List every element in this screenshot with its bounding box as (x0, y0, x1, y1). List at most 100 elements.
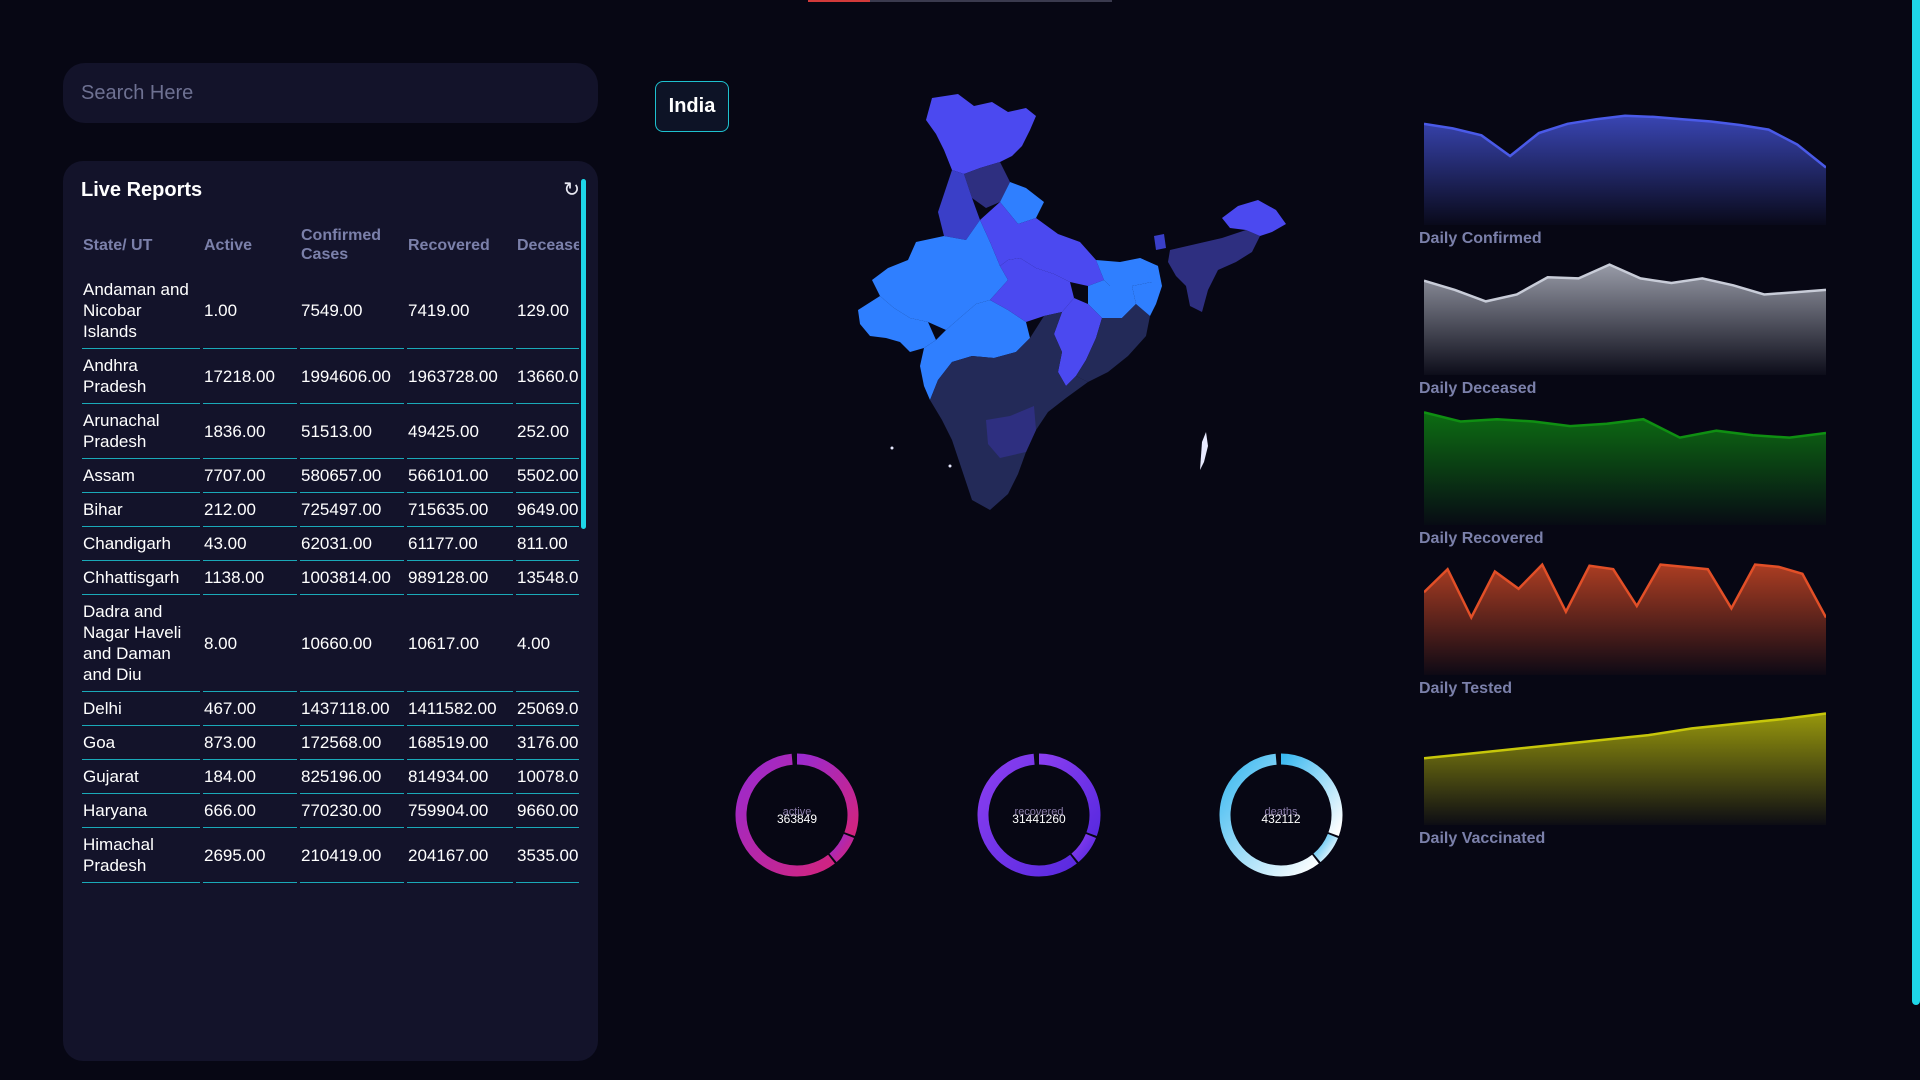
col-header-confirmed[interactable]: Confirmed Cases (300, 223, 404, 273)
daily-chart-daily-confirmed[interactable] (1424, 110, 1826, 225)
cell-confirmed: 725497.00 (300, 493, 404, 527)
cell-confirmed: 1437118.00 (300, 692, 404, 726)
col-header-state[interactable]: State/ UT (82, 223, 200, 273)
country-selector-button[interactable]: India (655, 81, 729, 132)
table-row[interactable]: Arunachal Pradesh 1836.00 51513.00 49425.00… (82, 404, 579, 459)
cell-deceased: 13548.00 (516, 561, 579, 595)
map-region-jammu-kashmir[interactable] (926, 94, 1036, 174)
chart-area (1424, 264, 1826, 375)
table-row[interactable]: Andaman and Nicobar Islands 1.00 7549.00 74… (82, 273, 579, 349)
table-scrollbar[interactable] (581, 179, 586, 529)
cell-recovered: 1411582.00 (407, 692, 513, 726)
donut-value: 31441260 (1012, 812, 1066, 826)
cell-confirmed: 51513.00 (300, 404, 404, 459)
col-header-active[interactable]: Active (203, 223, 297, 273)
cell-active: 184.00 (203, 760, 297, 794)
cell-state: Arunachal Pradesh (82, 404, 200, 459)
recovered-donut: recovered 31441260 (974, 750, 1104, 880)
table-row[interactable]: Haryana 666.00 770230.00 759904.00 9660.00 (82, 794, 579, 828)
daily-chart-label: Daily Deceased (1419, 380, 1537, 397)
donut-segment (1313, 833, 1339, 863)
cell-recovered: 204167.00 (407, 828, 513, 883)
table-row[interactable]: Himachal Pradesh 2695.00 210419.00 204167.0… (82, 828, 579, 883)
india-map[interactable] (840, 90, 1360, 630)
cell-active: 7707.00 (203, 459, 297, 493)
cell-confirmed: 210419.00 (300, 828, 404, 883)
cell-confirmed: 1003814.00 (300, 561, 404, 595)
cell-confirmed: 825196.00 (300, 760, 404, 794)
table-row[interactable]: Chhattisgarh 1138.00 1003814.00 989128.00 13… (82, 561, 579, 595)
cell-deceased: 13660.00 (516, 349, 579, 404)
cell-active: 467.00 (203, 692, 297, 726)
daily-chart-label: Daily Tested (1419, 680, 1513, 697)
table-row[interactable]: Dadra and Nagar Haveli and Daman and Diu… (82, 595, 579, 692)
daily-chart-daily-recovered[interactable] (1424, 410, 1826, 525)
donut-value: 432112 (1261, 812, 1301, 826)
cell-recovered: 759904.00 (407, 794, 513, 828)
table-row[interactable]: Assam 7707.00 580657.00 566101.00 5502.00 (82, 459, 579, 493)
cell-state: Haryana (82, 794, 200, 828)
cell-deceased: 4.00 (516, 595, 579, 692)
donut-segment (829, 833, 855, 863)
daily-chart-daily-deceased[interactable] (1424, 260, 1826, 375)
cell-recovered: 715635.00 (407, 493, 513, 527)
cell-recovered: 989128.00 (407, 561, 513, 595)
cell-recovered: 814934.00 (407, 760, 513, 794)
cell-state: Delhi (82, 692, 200, 726)
map-region-sikkim[interactable] (1154, 234, 1166, 250)
map-region-arunachal[interactable] (1222, 200, 1286, 236)
cell-deceased: 252.00 (516, 404, 579, 459)
cell-deceased: 5502.00 (516, 459, 579, 493)
cell-confirmed: 1994606.00 (300, 349, 404, 404)
page-scrollbar[interactable] (1912, 0, 1920, 1005)
cell-state: Dadra and Nagar Haveli and Daman and Diu (82, 595, 200, 692)
cell-confirmed: 172568.00 (300, 726, 404, 760)
daily-chart-label: Daily Confirmed (1419, 230, 1542, 247)
map-region-island-dot (948, 464, 952, 468)
cell-confirmed: 10660.00 (300, 595, 404, 692)
cell-active: 873.00 (203, 726, 297, 760)
map-region-assam[interactable] (1168, 230, 1260, 312)
cell-deceased: 3176.00 (516, 726, 579, 760)
cell-state: Gujarat (82, 760, 200, 794)
cell-active: 1836.00 (203, 404, 297, 459)
table-row[interactable]: Delhi467.001437118.001411582.0025069.00 (82, 692, 579, 726)
cell-state: Chandigarh (82, 527, 200, 561)
table-row[interactable]: Goa 873.00 172568.00 168519.00 3176.00 (82, 726, 579, 760)
map-region-andaman[interactable] (1200, 432, 1208, 470)
cell-deceased: 811.00 (516, 527, 579, 561)
cell-recovered: 1963728.00 (407, 349, 513, 404)
cell-recovered: 10617.00 (407, 595, 513, 692)
table-row[interactable]: Bihar 212.00 725497.00 715635.00 9649.00 (82, 493, 579, 527)
donut-value: 363849 (776, 812, 818, 826)
cell-confirmed: 770230.00 (300, 794, 404, 828)
cell-confirmed: 7549.00 (300, 273, 404, 349)
top-progress-fill (808, 0, 870, 2)
cell-deceased: 129.00 (516, 273, 579, 349)
table-row[interactable]: Andhra Pradesh 17218.00 1994606.00 1963728.… (82, 349, 579, 404)
table-row[interactable]: Chandigarh 43.00 62031.00 61177.00 811.00 (82, 527, 579, 561)
daily-chart-daily-tested[interactable] (1424, 560, 1826, 675)
refresh-icon[interactable]: ↻ (563, 177, 580, 202)
cell-active: 8.00 (203, 595, 297, 692)
deaths-donut: deaths 432112 (1216, 750, 1346, 880)
table-row[interactable]: Gujarat184.00825196.00814934.0010078.00 (82, 760, 579, 794)
cell-active: 1.00 (203, 273, 297, 349)
cell-deceased: 9660.00 (516, 794, 579, 828)
cell-state: Goa (82, 726, 200, 760)
col-header-recovered[interactable]: Recovered (407, 223, 513, 273)
map-region-lakshadweep[interactable] (890, 446, 894, 450)
cell-active: 212.00 (203, 493, 297, 527)
cell-state: Andaman and Nicobar Islands (82, 273, 200, 349)
live-reports-table: State/ UT Active Confirmed Cases Recover… (79, 223, 579, 883)
search-input[interactable] (63, 63, 598, 123)
chart-area (1424, 412, 1826, 525)
col-header-deceased[interactable]: Deceased (516, 223, 579, 273)
cell-active: 666.00 (203, 794, 297, 828)
cell-recovered: 7419.00 (407, 273, 513, 349)
cell-recovered: 566101.00 (407, 459, 513, 493)
top-progress-bar (808, 0, 1112, 2)
live-reports-title: Live Reports (81, 179, 203, 201)
daily-chart-daily-vaccinated[interactable] (1424, 710, 1826, 825)
cell-recovered: 168519.00 (407, 726, 513, 760)
